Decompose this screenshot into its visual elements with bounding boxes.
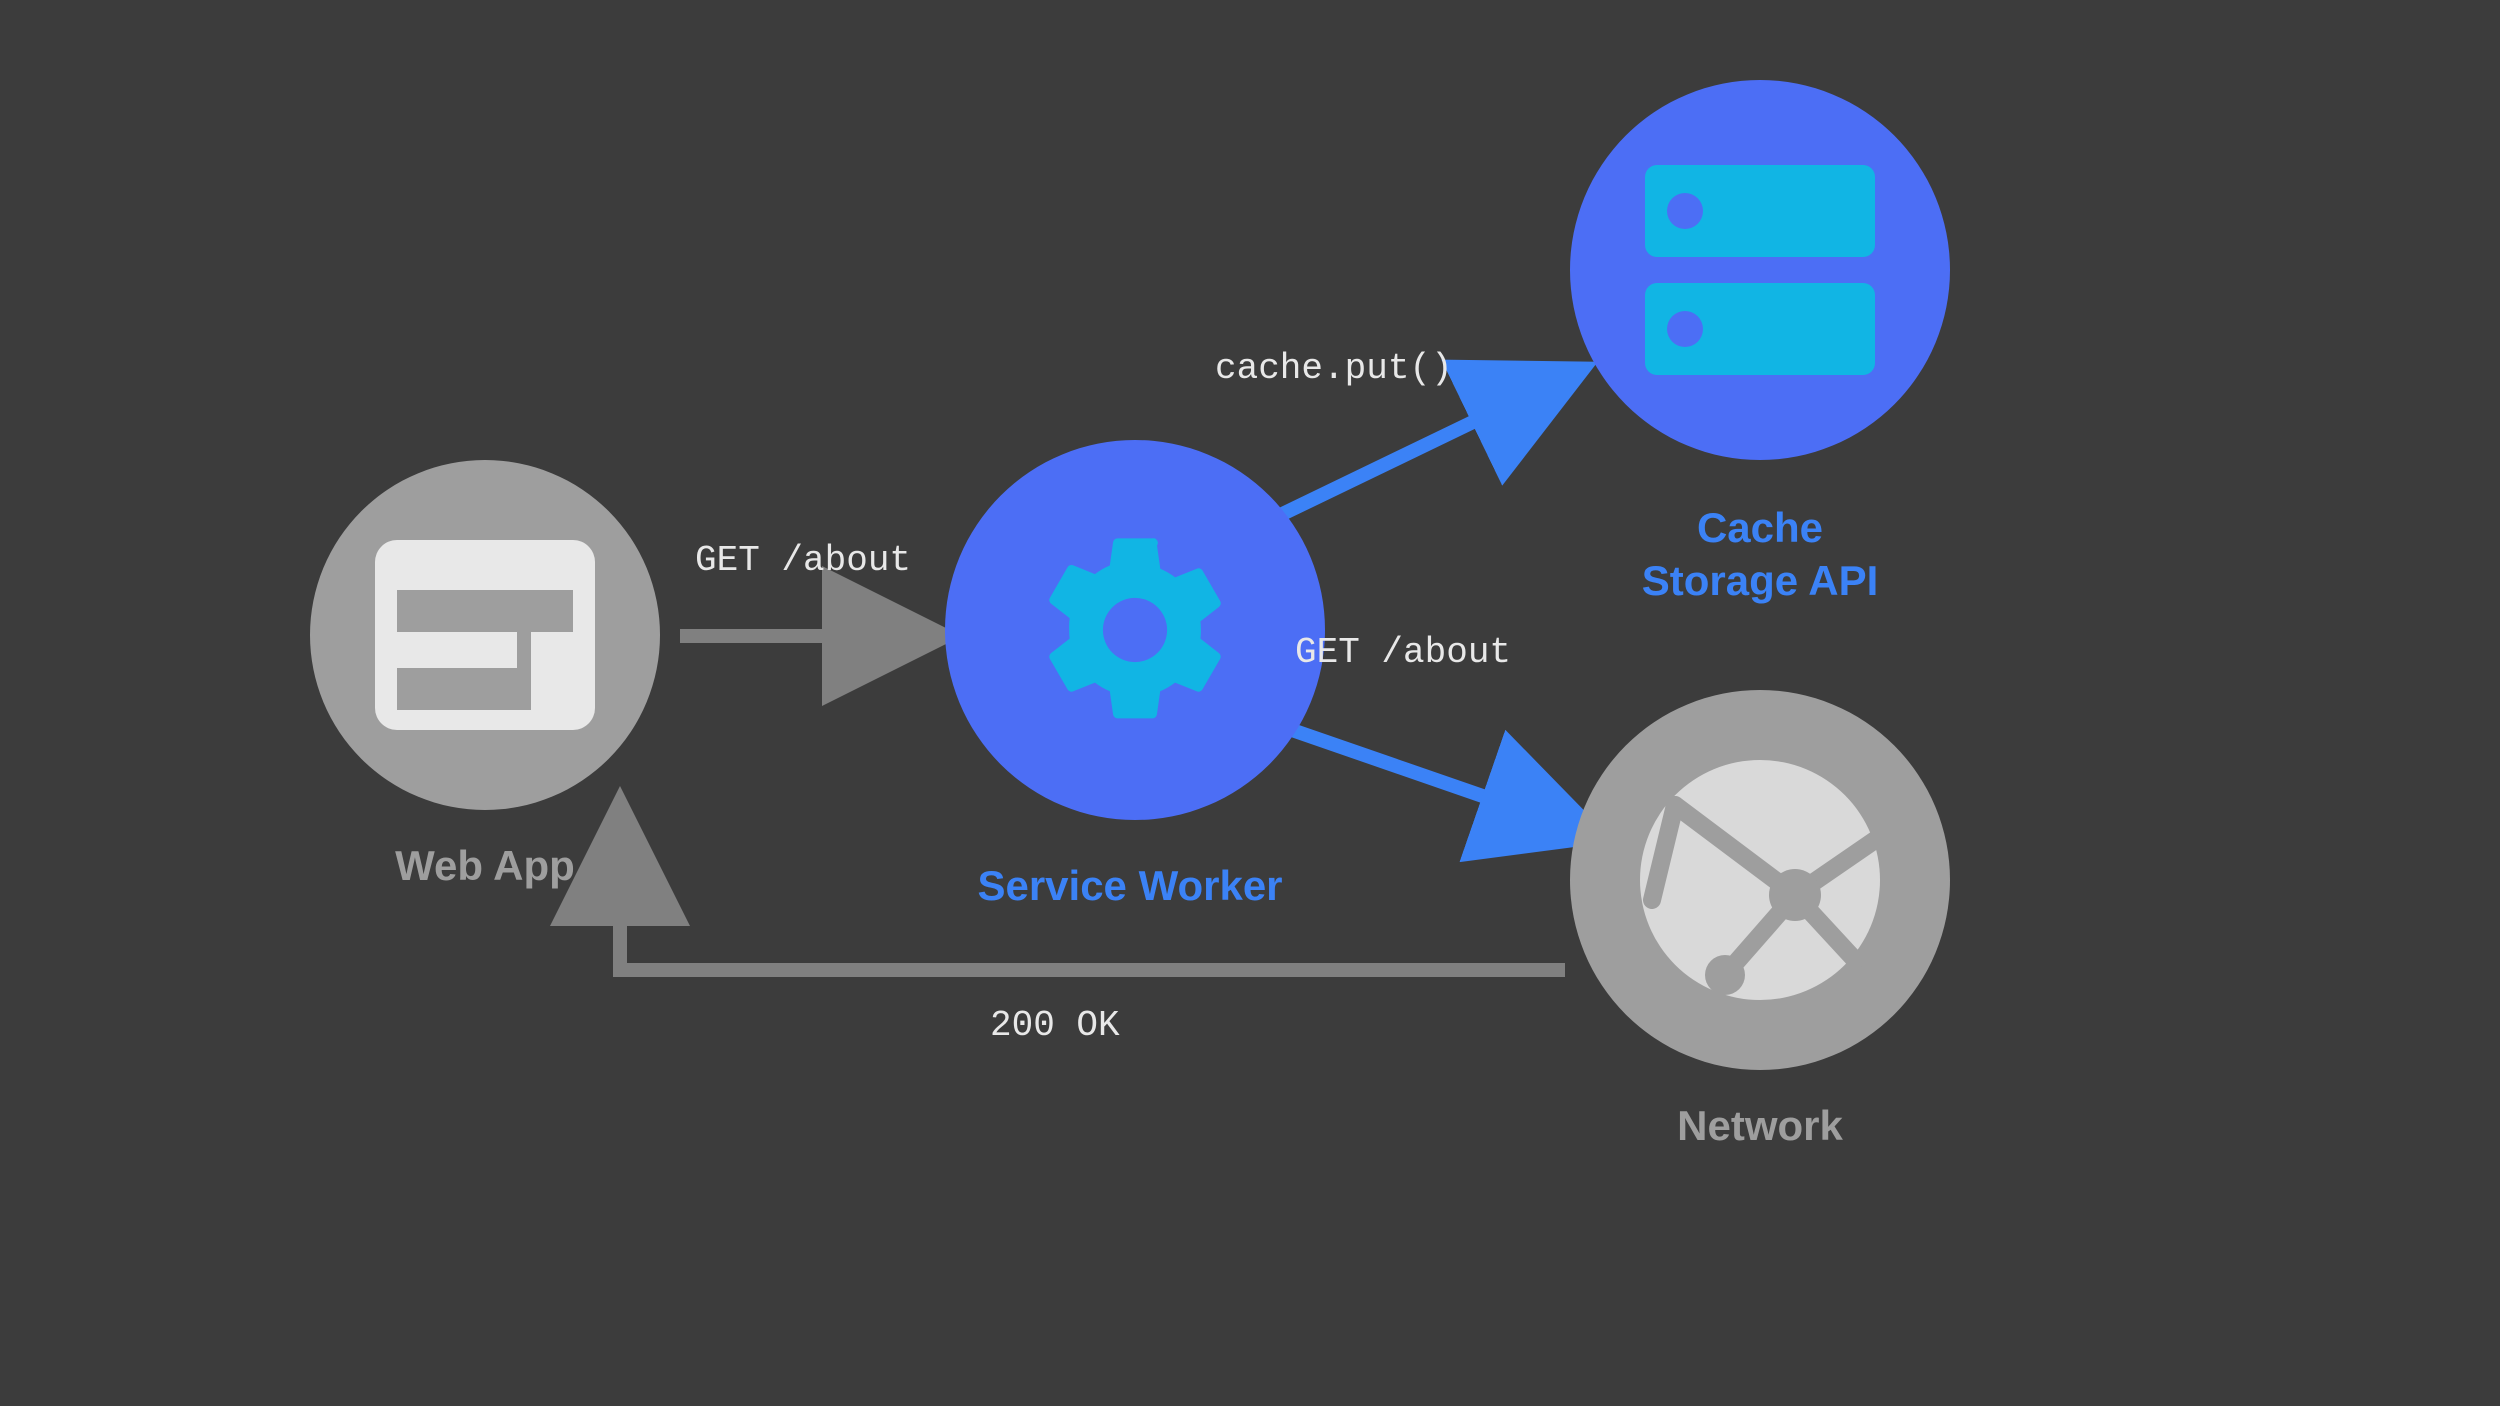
service-worker-label: Service Worker: [870, 860, 1390, 913]
browser-window-icon: [375, 540, 595, 730]
cache-storage-node: [1570, 80, 1950, 460]
diagram-stage: Web App Service Worker Cache Storage API…: [0, 0, 2500, 1406]
network-icon: [1620, 740, 1900, 1020]
service-worker-node: [945, 440, 1325, 820]
web-app-node: [310, 460, 660, 810]
cache-storage-label-l1: Cache: [1697, 504, 1823, 551]
cache-storage-label: Cache Storage API: [1550, 502, 1970, 607]
network-label: Network: [1570, 1100, 1950, 1153]
edge-label-web-to-sw: GET /about: [695, 540, 911, 581]
edge-label-net-to-web: 200 OK: [990, 1005, 1120, 1046]
edge-label-sw-to-cache: cache.put(): [1215, 348, 1453, 389]
network-node: [1570, 690, 1950, 1070]
web-app-label: Web App: [310, 840, 660, 893]
edge-label-sw-to-net: GET /about: [1295, 632, 1511, 673]
cache-storage-label-l2: Storage API: [1642, 557, 1879, 604]
gear-icon: [1025, 520, 1245, 740]
storage-icon: [1645, 165, 1875, 375]
arrow-sw-to-network: [1292, 730, 1575, 828]
